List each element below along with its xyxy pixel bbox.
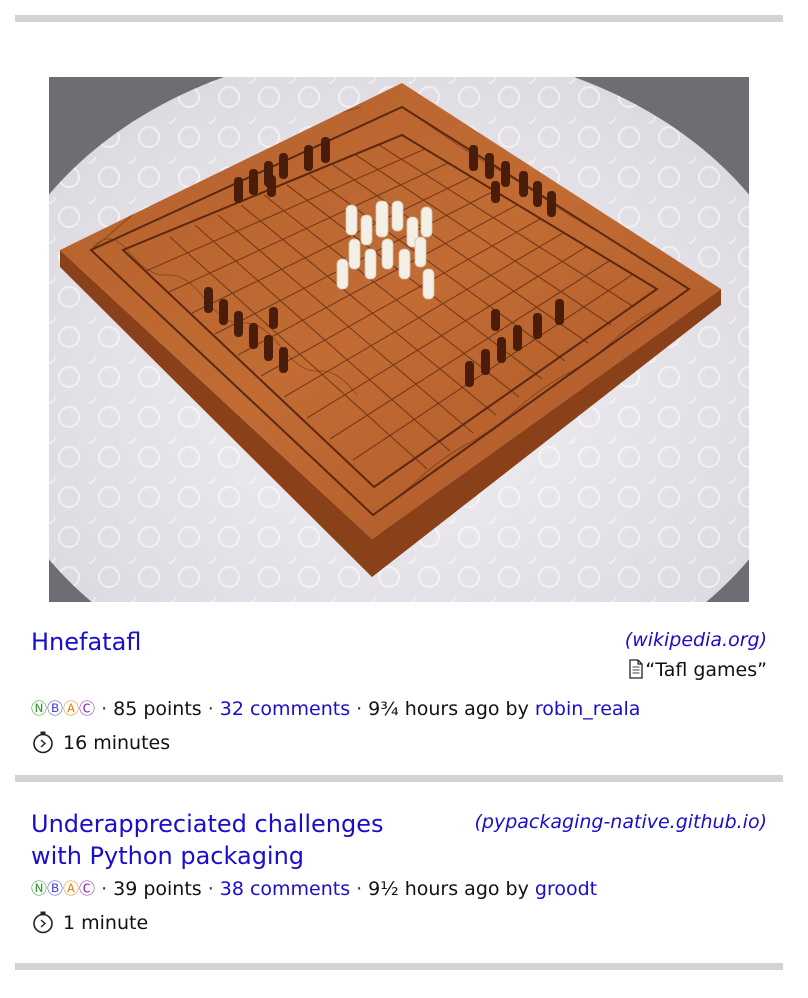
story-tag-label: “Tafl games” bbox=[645, 659, 767, 681]
bottom-divider bbox=[15, 963, 783, 970]
badge-a-icon[interactable]: Ⓐ bbox=[63, 694, 79, 724]
story-thumbnail[interactable] bbox=[49, 77, 749, 602]
document-icon bbox=[629, 659, 644, 679]
stopwatch-icon bbox=[33, 911, 53, 934]
meta-separator: · bbox=[207, 698, 214, 720]
badge-c-icon[interactable]: Ⓒ bbox=[79, 874, 95, 904]
story-domain-link[interactable]: (pypackaging-native.github.io) bbox=[475, 808, 768, 836]
read-time-label: 1 minute bbox=[63, 912, 149, 934]
story-item: Underappreciated challenges with Python p… bbox=[31, 808, 767, 938]
story-points: 39 points bbox=[113, 878, 202, 900]
top-divider bbox=[15, 15, 783, 22]
meta-separator: · bbox=[101, 878, 108, 900]
stopwatch-icon bbox=[33, 731, 53, 754]
meta-separator: · bbox=[207, 878, 214, 900]
story-points: 85 points bbox=[113, 698, 202, 720]
story-read-time: 1 minute bbox=[31, 908, 767, 938]
story-title-line: with Python packaging bbox=[31, 842, 305, 870]
story-header: Hnefatafl (wikipedia.org) bbox=[31, 626, 767, 658]
story-title-line: Underappreciated challenges bbox=[31, 810, 384, 838]
story-title-link[interactable]: Hnefatafl bbox=[31, 626, 141, 658]
badge-b-icon[interactable]: Ⓑ bbox=[47, 874, 63, 904]
badge-b-icon[interactable]: Ⓑ bbox=[47, 694, 63, 724]
story-title-link[interactable]: Underappreciated challenges with Python p… bbox=[31, 808, 451, 872]
story-read-time: 16 minutes bbox=[31, 728, 767, 758]
meta-separator: · bbox=[101, 698, 108, 720]
story-domain-link[interactable]: (wikipedia.org) bbox=[625, 626, 767, 654]
story-meta: ⓃⒷⒶⒸ · 39 points · 38 comments · 9½ hours ago … bbox=[31, 874, 767, 904]
meta-separator: · bbox=[356, 698, 363, 720]
meta-separator: · bbox=[356, 878, 363, 900]
story-time-by: 9½ hours ago by bbox=[368, 878, 529, 900]
story-tag: “Tafl games” bbox=[31, 656, 767, 684]
story-meta: ⓃⒷⒶⒸ · 85 points · 32 comments · 9¾ hours ago … bbox=[31, 694, 767, 724]
badge-a-icon[interactable]: Ⓐ bbox=[63, 874, 79, 904]
story-time-by: 9¾ hours ago by bbox=[368, 698, 529, 720]
story-user-link[interactable]: groodt bbox=[535, 878, 597, 900]
story-header: Underappreciated challenges with Python p… bbox=[31, 808, 767, 872]
badge-n-icon[interactable]: Ⓝ bbox=[31, 694, 47, 724]
badge-n-icon[interactable]: Ⓝ bbox=[31, 874, 47, 904]
story-divider bbox=[15, 775, 783, 782]
story-comments-link[interactable]: 32 comments bbox=[220, 698, 350, 720]
story-item: Hnefatafl (wikipedia.org) “Tafl games” Ⓝ… bbox=[31, 626, 767, 758]
read-time-label: 16 minutes bbox=[63, 732, 171, 754]
story-comments-link[interactable]: 38 comments bbox=[220, 878, 350, 900]
story-user-link[interactable]: robin_reala bbox=[535, 698, 641, 720]
badge-c-icon[interactable]: Ⓒ bbox=[79, 694, 95, 724]
